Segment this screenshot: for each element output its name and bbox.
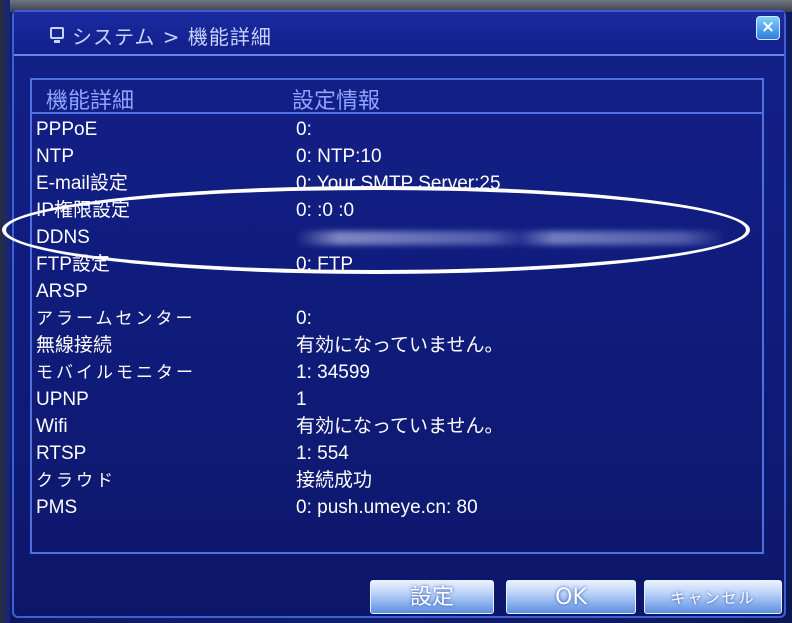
table-row[interactable]: Wifi 有効になっていません。 bbox=[32, 413, 762, 440]
row-value-upnp: 1 bbox=[296, 389, 307, 410]
row-value-ddns-redacted bbox=[296, 224, 726, 251]
settings-button[interactable]: 設定 bbox=[370, 580, 494, 614]
row-label-arsp: ARSP bbox=[36, 281, 88, 302]
monitor-bezel-left bbox=[0, 0, 10, 623]
row-value-pppoe: 0: bbox=[296, 119, 312, 140]
table-row[interactable]: IP権限設定 0: :0 :0 bbox=[32, 197, 762, 224]
table-row[interactable]: ARSP bbox=[32, 278, 762, 305]
row-label-ftp: FTP設定 bbox=[36, 254, 110, 275]
ok-button[interactable]: OK bbox=[506, 580, 636, 614]
row-value-wireless: 有効になっていません。 bbox=[296, 335, 504, 356]
row-value-ntp: 0: NTP:10 bbox=[296, 146, 382, 167]
table-row[interactable]: FTP設定 0: FTP bbox=[32, 251, 762, 278]
table-header: 機能詳細 設定情報 bbox=[32, 80, 762, 114]
cancel-button[interactable]: キャンセル bbox=[644, 580, 782, 614]
row-label-wireless: 無線接続 bbox=[36, 335, 113, 356]
dialog-title: システム > 機能詳細 bbox=[72, 25, 272, 49]
row-label-pppoe: PPPoE bbox=[36, 119, 98, 140]
table-row[interactable]: NTP 0: NTP:10 bbox=[32, 143, 762, 170]
table-row[interactable]: クラウド 接続成功 bbox=[32, 467, 762, 494]
row-value-pms: 0: push.umeye.cn: 80 bbox=[296, 497, 478, 518]
row-label-ddns: DDNS bbox=[36, 227, 90, 248]
screen: システム > 機能詳細 × 機能詳細 設定情報 PPPoE 0: NTP 0: … bbox=[0, 0, 792, 623]
table-row[interactable]: モバイルモニター 1: 34599 bbox=[32, 359, 762, 386]
row-value-ftp: 0: FTP bbox=[296, 254, 354, 275]
row-label-wifi: Wifi bbox=[36, 416, 68, 437]
row-label-mobile-monitor: モバイルモニター bbox=[36, 363, 196, 382]
row-label-cloud: クラウド bbox=[36, 471, 116, 490]
redacted-blur bbox=[296, 230, 726, 245]
row-label-upnp: UPNP bbox=[36, 389, 89, 410]
row-value-cloud: 接続成功 bbox=[296, 470, 373, 491]
table-row[interactable]: アラームセンター 0: bbox=[32, 305, 762, 332]
table-row[interactable]: UPNP 1 bbox=[32, 386, 762, 413]
column-header-function: 機能詳細 bbox=[46, 89, 135, 114]
title-bar: システム > 機能詳細 × bbox=[14, 12, 784, 56]
monitor-icon bbox=[50, 27, 64, 43]
details-table: 機能詳細 設定情報 PPPoE 0: NTP 0: NTP:10 E-mail設… bbox=[30, 78, 764, 554]
row-value-ip-permission: 0: :0 :0 bbox=[296, 200, 355, 221]
row-value-mobile-monitor: 1: 34599 bbox=[296, 362, 370, 383]
row-label-email: E-mail設定 bbox=[36, 173, 128, 194]
table-row[interactable]: RTSP 1: 554 bbox=[32, 440, 762, 467]
table-row[interactable]: 無線接続 有効になっていません。 bbox=[32, 332, 762, 359]
row-value-alarm-center: 0: bbox=[296, 308, 312, 329]
column-header-settings-info: 設定情報 bbox=[292, 89, 381, 114]
table-row[interactable]: E-mail設定 0: Your SMTP Server:25 bbox=[32, 170, 762, 197]
row-value-wifi: 有効になっていません。 bbox=[296, 416, 504, 437]
row-label-ip-permission: IP権限設定 bbox=[36, 200, 130, 221]
table-row[interactable]: PMS 0: push.umeye.cn: 80 bbox=[32, 494, 762, 521]
row-label-ntp: NTP bbox=[36, 146, 74, 167]
row-label-rtsp: RTSP bbox=[36, 443, 87, 464]
row-label-alarm-center: アラームセンター bbox=[36, 309, 196, 328]
row-label-pms: PMS bbox=[36, 497, 78, 518]
close-button[interactable]: × bbox=[756, 16, 780, 40]
function-details-dialog: システム > 機能詳細 × 機能詳細 設定情報 PPPoE 0: NTP 0: … bbox=[12, 10, 786, 618]
row-value-email: 0: Your SMTP Server:25 bbox=[296, 173, 501, 194]
table-row[interactable]: DDNS bbox=[32, 224, 762, 251]
table-row[interactable]: PPPoE 0: bbox=[32, 116, 762, 143]
row-value-rtsp: 1: 554 bbox=[296, 443, 349, 464]
